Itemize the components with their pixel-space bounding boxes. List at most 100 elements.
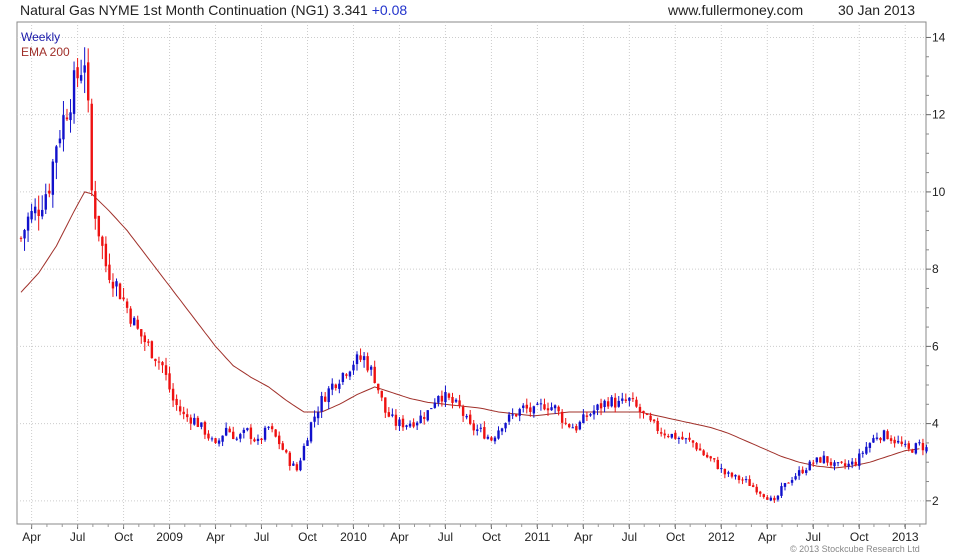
candle-body xyxy=(550,407,553,411)
candle-body xyxy=(122,297,125,300)
x-tick-label: Oct xyxy=(298,530,317,544)
candle-body xyxy=(210,438,214,440)
candle-body xyxy=(232,431,235,440)
candle-body xyxy=(440,395,444,402)
candle-body xyxy=(847,463,850,467)
candle-body xyxy=(500,428,504,432)
candle-body xyxy=(285,450,288,453)
candle-body xyxy=(889,438,893,441)
candle-body xyxy=(306,440,309,446)
candle-body xyxy=(716,459,719,469)
candle-body xyxy=(348,371,352,377)
candle-body xyxy=(83,65,86,73)
legend-weekly: Weekly xyxy=(21,30,60,44)
candle-body xyxy=(522,405,525,408)
candle-body xyxy=(808,461,811,471)
candle-body xyxy=(776,495,780,500)
candle-body xyxy=(490,437,493,441)
candle-body xyxy=(483,427,486,439)
candle-body xyxy=(766,497,769,500)
y-tick-label: 2 xyxy=(932,494,939,508)
candle-body xyxy=(412,422,415,427)
candle-body xyxy=(507,414,511,422)
candle-body xyxy=(688,437,691,440)
candle-body xyxy=(741,479,744,481)
weekly-candle xyxy=(118,282,122,300)
candle-body xyxy=(256,438,260,441)
candle-body xyxy=(553,405,557,409)
candle-body xyxy=(458,400,461,407)
candle-body xyxy=(486,436,490,439)
candle-body xyxy=(479,427,483,429)
candle-body xyxy=(674,432,677,439)
candle-body xyxy=(90,103,93,191)
plot-area-frame xyxy=(16,21,927,525)
candle-body xyxy=(41,209,44,217)
candle-body xyxy=(589,414,592,416)
weekly-candle xyxy=(430,408,433,410)
candle-body xyxy=(759,491,762,494)
candle-body xyxy=(196,417,200,427)
candle-body xyxy=(790,480,794,483)
copyright-notice: © 2013 Stockcube Research Ltd xyxy=(790,544,920,554)
x-tick-label: Apr xyxy=(390,530,409,544)
candle-body xyxy=(663,433,666,436)
candle-body xyxy=(713,458,716,460)
x-tick-label: Oct xyxy=(114,530,133,544)
candle-body xyxy=(684,438,688,440)
candle-body xyxy=(875,437,879,439)
candle-body xyxy=(476,429,479,431)
candle-body xyxy=(437,395,440,403)
candle-body xyxy=(705,454,709,458)
candle-body xyxy=(925,447,928,452)
candle-body xyxy=(140,329,143,337)
candle-body xyxy=(642,410,645,414)
candle-body xyxy=(115,281,118,287)
candle-body xyxy=(617,400,620,407)
x-tick-label: 2011 xyxy=(524,530,550,544)
candle-body xyxy=(656,420,659,432)
candle-body xyxy=(812,462,815,464)
x-tick-label: 2009 xyxy=(156,530,183,544)
candle-body xyxy=(154,358,157,362)
candle-body xyxy=(221,435,224,442)
candle-body xyxy=(380,390,383,398)
candle-body xyxy=(193,417,196,425)
candle-body xyxy=(797,470,801,476)
candle-body xyxy=(327,388,330,403)
candle-body xyxy=(918,442,921,444)
candle-body xyxy=(362,356,366,361)
candle-body xyxy=(369,366,373,370)
x-tick-label: Apr xyxy=(574,530,593,544)
candle-body xyxy=(624,399,628,401)
candle-body xyxy=(681,436,684,440)
candle-body xyxy=(299,460,302,471)
candle-body xyxy=(175,398,178,406)
weekly-candle xyxy=(309,421,313,444)
candle-body xyxy=(97,215,101,237)
y-tick-label: 12 xyxy=(932,108,946,122)
candle-body xyxy=(132,317,136,326)
candle-body xyxy=(316,412,320,419)
candle-body xyxy=(26,216,30,231)
candle-body xyxy=(189,417,192,424)
candle-body xyxy=(164,365,168,375)
candle-body xyxy=(670,433,674,438)
candle-body xyxy=(260,438,263,441)
weekly-candle xyxy=(214,437,217,444)
candle-body xyxy=(850,461,854,465)
candle-body xyxy=(111,281,115,289)
candle-body xyxy=(769,497,773,501)
candle-body xyxy=(872,438,875,443)
candle-body xyxy=(546,408,550,411)
candle-body xyxy=(737,475,741,481)
candle-body xyxy=(426,410,429,421)
candle-body xyxy=(744,479,748,481)
candle-body xyxy=(614,397,617,408)
candle-body xyxy=(592,410,596,415)
candle-body xyxy=(815,457,819,463)
candle-body xyxy=(865,446,868,454)
candle-body xyxy=(44,194,47,210)
weekly-candle xyxy=(914,442,918,455)
candle-body xyxy=(575,426,578,431)
